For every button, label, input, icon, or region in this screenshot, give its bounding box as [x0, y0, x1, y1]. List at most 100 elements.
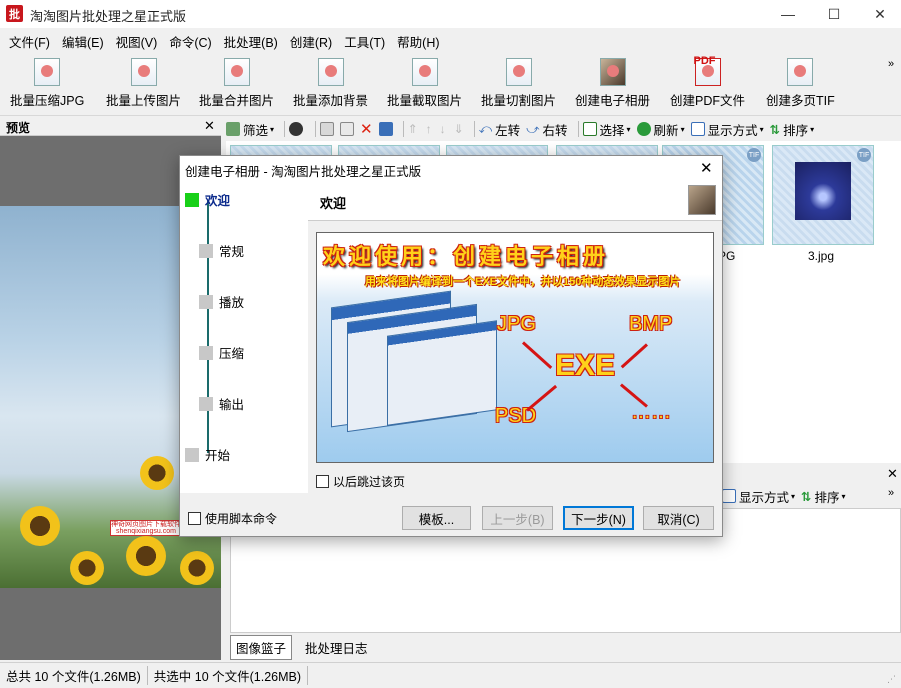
create-pdf-button[interactable]: PDF 创建PDF文件 [670, 55, 746, 112]
delete-icon[interactable]: ✕ [360, 120, 373, 138]
skip-page-checkbox[interactable]: 以后跳过该页 [316, 473, 405, 490]
slice-images-label: 批量切割图片 [481, 94, 557, 108]
move-down-icon[interactable]: ↓ [440, 122, 446, 136]
rotate-left-label: 左转 [495, 123, 521, 138]
format-bmp: BMP [629, 313, 673, 335]
menu-file[interactable]: 文件(F) [4, 32, 55, 51]
add-background-label: 批量添加背景 [293, 94, 369, 108]
pdf-badge: PDF [693, 55, 716, 67]
copy-icon[interactable] [320, 122, 335, 136]
cancel-button[interactable]: 取消(C) [643, 506, 714, 530]
step-output[interactable]: 输出 [199, 394, 244, 413]
checkbox-box[interactable] [316, 475, 329, 488]
next-button[interactable]: 下一步(N) [563, 506, 634, 530]
status-selected: 共选中 10 个文件(1.26MB) [148, 666, 309, 685]
lower-sort-label: 排序 [814, 490, 840, 505]
tab-batch-log[interactable]: 批处理日志 [300, 636, 373, 659]
create-album-button[interactable]: 创建电子相册 [575, 58, 650, 112]
step-marker [199, 345, 213, 360]
dropdown-icon: ▾ [841, 491, 846, 501]
minimize-button[interactable]: — [765, 0, 811, 28]
view-mode-button[interactable]: 显示方式 ▾ [690, 120, 764, 139]
menu-command[interactable]: 命令(C) [164, 32, 216, 51]
arrow-graphic [521, 341, 553, 370]
thumbnail-3-jpg[interactable]: TIF [772, 145, 874, 245]
move-bottom-icon[interactable]: ⇓ [454, 122, 464, 136]
dropdown-icon: ▾ [810, 124, 815, 134]
bottom-tabs: 图像篮子 批处理日志 [226, 634, 901, 660]
title-bar: 批 淘淘图片批处理之星正式版 — ☐ ✕ [0, 0, 901, 28]
dialog-close-icon[interactable]: ✕ [700, 159, 713, 177]
close-button[interactable]: ✕ [857, 0, 901, 28]
step-label: 欢迎 [205, 194, 231, 208]
upload-images-button[interactable]: 批量上传图片 [106, 58, 181, 112]
use-script-checkbox[interactable]: 使用脚本命令 [188, 510, 277, 527]
screenshot-graphic [387, 320, 497, 426]
template-button[interactable]: 模板... [402, 506, 471, 530]
checkbox-box[interactable] [188, 512, 201, 525]
crop-icon [411, 58, 438, 86]
crop-images-button[interactable]: 批量截取图片 [387, 58, 462, 112]
refresh-button[interactable]: 刷新 ▾ [636, 120, 685, 139]
menu-help[interactable]: 帮助(H) [392, 32, 444, 51]
banner-title: 欢迎使用：创建电子相册 [323, 244, 610, 269]
step-start[interactable]: 开始 [185, 445, 230, 464]
step-general[interactable]: 常规 [199, 241, 244, 260]
rotate-right-label: 右转 [542, 123, 568, 138]
step-playback[interactable]: 播放 [199, 292, 244, 311]
select-icon [582, 122, 597, 136]
step-marker [199, 396, 213, 411]
step-connector [207, 200, 209, 453]
eye-icon[interactable] [289, 122, 304, 136]
sunflower-image [20, 506, 60, 546]
arrow-graphic [620, 343, 649, 369]
lower-toolbar-overflow-icon[interactable]: » [888, 487, 894, 499]
move-up-icon[interactable]: ↑ [426, 122, 432, 136]
step-compress[interactable]: 压缩 [199, 343, 244, 362]
menu-edit[interactable]: 编辑(E) [57, 32, 109, 51]
banner-subtitle: 用来将图片编译到一个EXE文件中，并以150种动态效果显示图片 [365, 276, 681, 288]
skip-page-label: 以后跳过该页 [333, 475, 406, 489]
menu-create[interactable]: 创建(R) [285, 32, 337, 51]
status-bar: 总共 10 个文件(1.26MB) 共选中 10 个文件(1.26MB) [0, 662, 901, 688]
select-button[interactable]: 选择 ▾ [582, 120, 631, 139]
maximize-button[interactable]: ☐ [811, 0, 857, 28]
preview-close-icon[interactable]: ✕ [204, 118, 215, 134]
rotate-left-button[interactable]: ⤺ 左转 [479, 120, 520, 139]
separator [315, 121, 317, 137]
menu-tools[interactable]: 工具(T) [339, 32, 390, 51]
paste-icon[interactable] [340, 122, 355, 136]
refresh-label: 刷新 [653, 123, 679, 138]
menu-view[interactable]: 视图(V) [111, 32, 163, 51]
lower-sort-button[interactable]: ⇅ 排序 ▾ [801, 487, 846, 506]
add-background-button[interactable]: 批量添加背景 [293, 58, 368, 112]
compress-jpg-button[interactable]: 批量压缩JPG [10, 58, 84, 112]
slice-images-button[interactable]: 批量切割图片 [481, 58, 556, 112]
prev-button[interactable]: 上一步(B) [482, 506, 553, 530]
lower-view-mode-button[interactable]: 显示方式 ▾ [722, 487, 795, 506]
merge-images-button[interactable]: 批量合并图片 [199, 58, 274, 112]
step-label: 播放 [219, 296, 245, 310]
tab-image-basket[interactable]: 图像篮子 [230, 634, 293, 660]
sunflower-image [180, 551, 214, 585]
create-tif-button[interactable]: 创建多页TIF [766, 58, 835, 112]
main-toolbar: 批量压缩JPG 批量上传图片 批量合并图片 批量添加背景 批量截取图片 批量切割… [0, 54, 901, 116]
slice-icon [505, 58, 532, 86]
album-avatar-icon [688, 185, 716, 215]
menu-bar: 文件(F) 编辑(E) 视图(V) 命令(C) 批处理(B) 创建(R) 工具(… [0, 28, 901, 54]
resize-grip-icon[interactable]: ⋰ [887, 674, 897, 684]
step-marker [185, 192, 199, 207]
toolbar-overflow-icon[interactable]: » [888, 58, 894, 70]
create-pdf-label: 创建PDF文件 [670, 94, 746, 108]
menu-batch[interactable]: 批处理(B) [219, 32, 283, 51]
move-icon[interactable] [378, 122, 393, 136]
move-top-icon[interactable]: ⇑ [408, 122, 418, 136]
sort-button[interactable]: ⇅ 排序 ▾ [770, 120, 815, 139]
use-script-label: 使用脚本命令 [205, 512, 278, 526]
rotate-right-button[interactable]: ⤻ 右转 [526, 120, 567, 139]
filter-button[interactable]: 筛选 ▾ [226, 120, 274, 139]
select-label: 选择 [599, 123, 625, 138]
sort-label: 排序 [783, 123, 809, 138]
lower-pane-close-icon[interactable]: ✕ [887, 466, 898, 482]
step-welcome[interactable]: 欢迎 [185, 190, 230, 209]
